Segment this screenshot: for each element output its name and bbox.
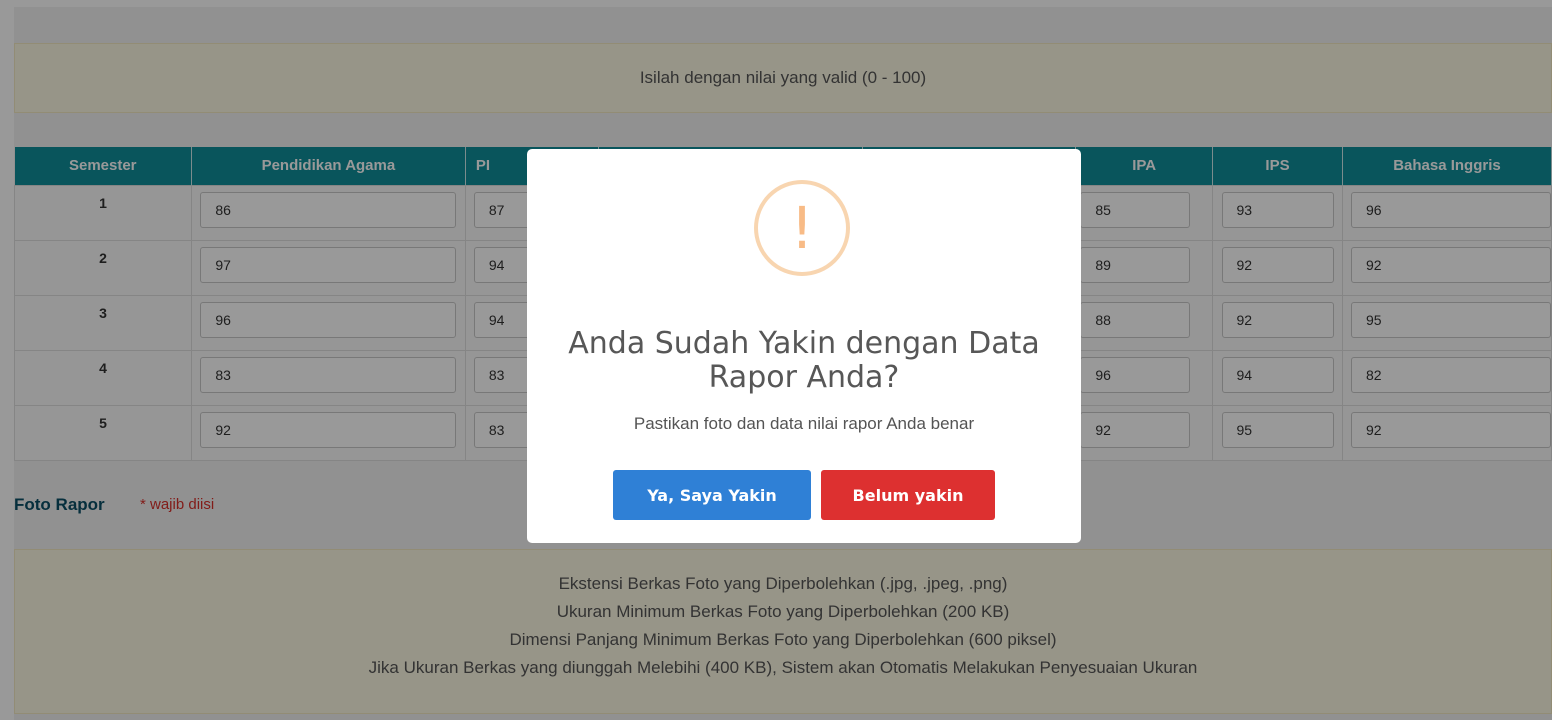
confirm-dialog: ! Anda Sudah Yakin dengan Data Rapor And… xyxy=(527,149,1081,543)
warning-glyph: ! xyxy=(790,194,814,262)
confirm-button[interactable]: Ya, Saya Yakin xyxy=(613,470,811,520)
cancel-button[interactable]: Belum yakin xyxy=(821,470,995,520)
warning-icon: ! xyxy=(754,180,850,276)
dialog-message: Pastikan foto dan data nilai rapor Anda … xyxy=(633,414,975,433)
dialog-title: Anda Sudah Yakin dengan Data Rapor Anda? xyxy=(568,326,1040,395)
